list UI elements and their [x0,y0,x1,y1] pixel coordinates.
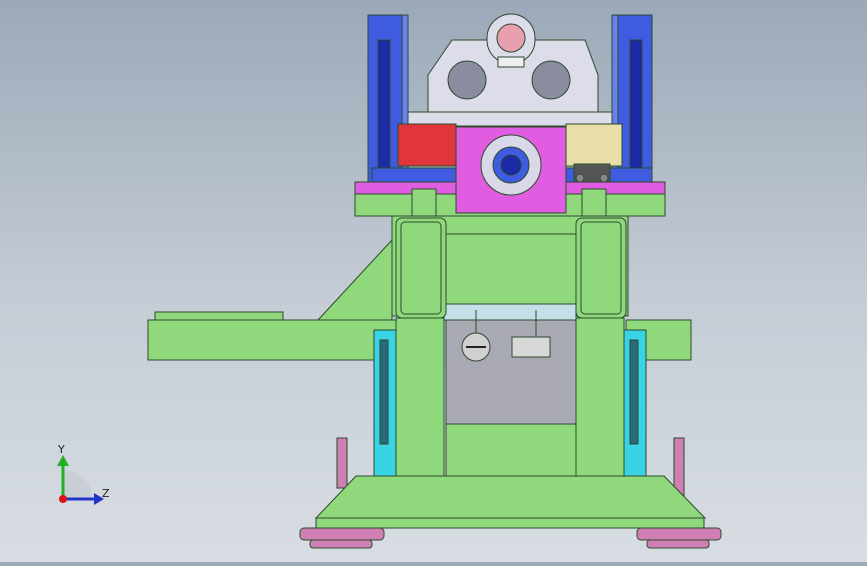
cad-viewport[interactable]: Y Z [0,0,867,562]
left-leg [336,437,348,489]
motor-panel[interactable] [445,310,577,477]
red-block[interactable] [397,123,457,167]
post-right [581,188,607,218]
z-axis-label: Z [102,487,110,500]
left-foot[interactable] [299,527,385,549]
top-bracket[interactable] [427,13,599,113]
flange-box[interactable] [455,126,567,214]
y-axis-arrow [57,455,69,466]
side-arm[interactable] [147,238,399,361]
y-axis-label: Y [58,443,65,456]
assembly-drawing[interactable] [0,0,867,562]
base-plate[interactable] [314,475,707,529]
right-foot[interactable] [636,527,722,549]
x-axis-dot [59,495,67,503]
orientation-triad [57,455,104,505]
right-rail[interactable] [623,329,647,477]
triad-arc [63,469,93,499]
post-left [411,188,437,218]
left-rail[interactable] [373,329,397,477]
